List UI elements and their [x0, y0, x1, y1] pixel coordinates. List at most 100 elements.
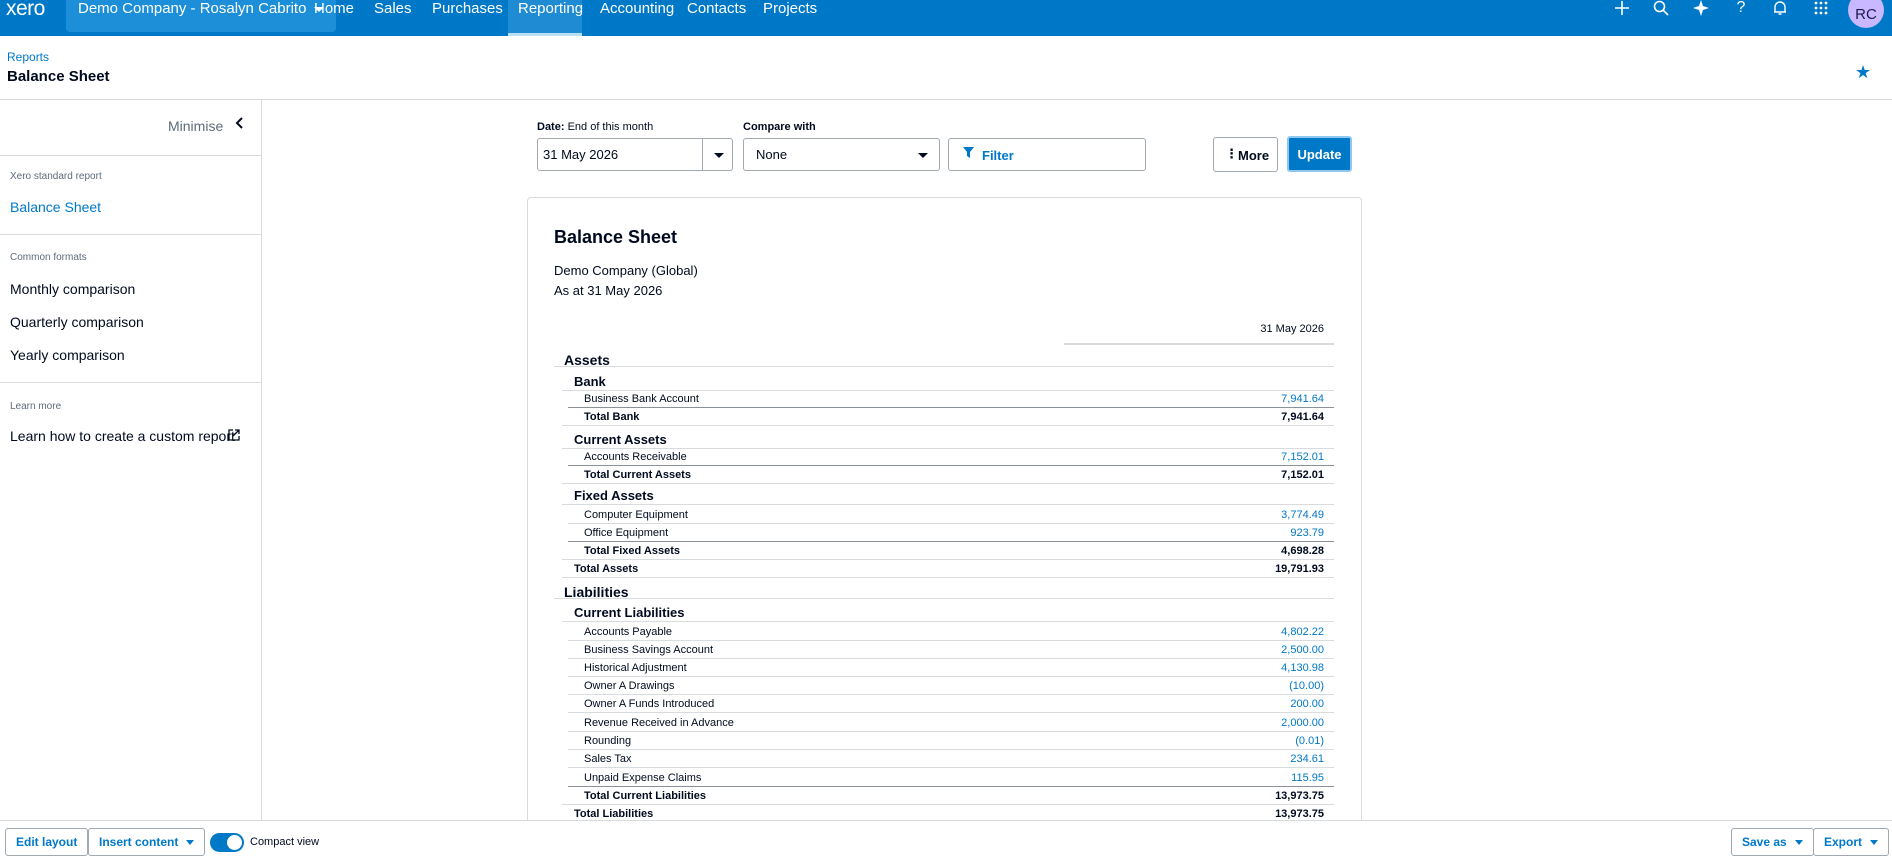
compact-view-label: Compact view — [250, 836, 320, 848]
row-amount[interactable]: 7,152.01 — [1281, 451, 1324, 463]
more-vertical-icon: ⋮ — [1225, 146, 1238, 161]
report-line-item: Accounts Payable 4,802.22 — [584, 626, 1324, 644]
report-total-row: Total Bank 7,941.64 — [584, 411, 1324, 429]
org-switcher[interactable]: Demo Company - Rosalyn Cabrito — [66, 0, 337, 32]
apps-grid-icon[interactable] — [1805, 0, 1837, 24]
xero-logo[interactable]: xero — [6, 0, 45, 20]
row-divider — [568, 658, 1334, 659]
sidebar-link-monthly-comparison[interactable]: Monthly comparison — [10, 281, 135, 297]
row-amount: 13,973.75 — [1275, 808, 1324, 820]
report-line-item: Computer Equipment 3,774.49 — [584, 509, 1324, 527]
row-amount[interactable]: 3,774.49 — [1281, 509, 1324, 521]
top-nav-bar: xero Demo Company - Rosalyn Cabrito Home… — [0, 0, 1892, 36]
nav-projects[interactable]: Projects — [763, 0, 817, 36]
edit-layout-button[interactable]: Edit layout — [5, 828, 89, 856]
save-as-label: Save as — [1742, 835, 1787, 849]
row-divider — [554, 598, 1334, 599]
row-label: Fixed Assets — [574, 488, 654, 503]
row-divider — [568, 767, 1334, 768]
help-icon[interactable]: ? — [1725, 0, 1757, 24]
learn-more-caption: Learn more — [10, 401, 62, 412]
more-label: More — [1238, 148, 1270, 163]
search-icon[interactable] — [1645, 0, 1677, 24]
row-divider — [568, 694, 1334, 695]
sidebar-link-quarterly-comparison[interactable]: Quarterly comparison — [10, 314, 144, 330]
standard-report-caption: Xero standard report — [10, 171, 102, 182]
chevron-left-icon[interactable] — [234, 116, 244, 135]
row-amount[interactable]: 200.00 — [1290, 698, 1324, 710]
row-divider — [568, 541, 1334, 542]
favourite-star-icon[interactable]: ★ — [1855, 62, 1871, 83]
row-divider — [562, 483, 1334, 484]
row-divider — [554, 366, 1334, 367]
header-rule — [1064, 343, 1334, 345]
insert-content-button[interactable]: Insert content — [88, 828, 206, 856]
compare-select[interactable]: None — [743, 138, 940, 171]
date-picker[interactable]: 31 May 2026 — [537, 138, 733, 171]
nav-reporting[interactable]: Reporting — [508, 0, 583, 36]
sidebar-link-yearly-comparison[interactable]: Yearly comparison — [10, 347, 125, 363]
row-divider — [562, 390, 1334, 391]
column-header-date: 31 May 2026 — [1260, 323, 1324, 335]
row-divider — [568, 640, 1334, 641]
divider — [0, 382, 262, 383]
report-line-item: Accounts Receivable 7,152.01 — [584, 451, 1324, 469]
report-total-row: Total Current Liabilities 13,973.75 — [584, 790, 1324, 808]
row-amount[interactable]: (10.00) — [1289, 680, 1324, 692]
user-avatar[interactable]: RC — [1848, 0, 1884, 28]
row-amount[interactable]: 7,941.64 — [1281, 393, 1324, 405]
row-amount[interactable]: 234.61 — [1290, 753, 1324, 765]
notifications-bell-icon[interactable] — [1764, 0, 1796, 24]
export-button[interactable]: Export — [1813, 828, 1890, 856]
report-as-at: As at 31 May 2026 — [554, 283, 663, 298]
nav-accounting[interactable]: Accounting — [600, 0, 674, 36]
row-amount: 13,973.75 — [1275, 790, 1324, 802]
row-label: Total Current Assets — [584, 469, 691, 481]
divider — [0, 155, 262, 156]
chevron-down-icon — [186, 839, 195, 845]
row-divider — [568, 407, 1334, 408]
report-sidebar: Minimise Xero standard report Balance Sh… — [0, 100, 262, 820]
report-line-item: Office Equipment 923.79 — [584, 527, 1324, 545]
update-button[interactable]: Update — [1287, 136, 1352, 172]
nav-sales[interactable]: Sales — [374, 0, 412, 36]
save-as-button[interactable]: Save as — [1731, 828, 1814, 856]
report-line-item: Historical Adjustment 4,130.98 — [584, 662, 1324, 680]
minimise-label[interactable]: Minimise — [168, 118, 223, 134]
add-icon[interactable] — [1606, 0, 1638, 24]
report-company: Demo Company (Global) — [554, 263, 698, 278]
row-amount[interactable]: 115.95 — [1291, 772, 1324, 784]
row-amount[interactable]: 2,500.00 — [1281, 644, 1324, 656]
row-amount: 7,152.01 — [1281, 469, 1324, 481]
row-amount[interactable]: (0.01) — [1295, 735, 1324, 747]
report-line-item: Rounding (0.01) — [584, 735, 1324, 753]
nav-home[interactable]: Home — [314, 0, 372, 36]
row-label: Current Assets — [574, 432, 667, 447]
row-amount[interactable]: 4,130.98 — [1281, 662, 1324, 674]
row-label: Revenue Received in Advance — [584, 717, 734, 729]
filter-button[interactable]: Filter — [948, 138, 1146, 171]
row-label: Current Liabilities — [574, 605, 685, 620]
chevron-down-icon[interactable] — [714, 153, 724, 158]
row-label: Computer Equipment — [584, 509, 688, 521]
report-section-heading: Liabilities — [564, 584, 1324, 602]
sidebar-link-custom-report[interactable]: Learn how to create a custom report — [10, 428, 235, 444]
nav-purchases[interactable]: Purchases — [432, 0, 503, 36]
row-label: Owner A Funds Introduced — [584, 698, 715, 710]
nav-contacts[interactable]: Contacts — [687, 0, 746, 36]
row-amount[interactable]: 2,000.00 — [1281, 717, 1324, 729]
report-section-heading: Assets — [564, 352, 1324, 370]
row-amount[interactable]: 4,802.22 — [1281, 626, 1324, 638]
report-line-item: Owner A Drawings (10.00) — [584, 680, 1324, 698]
more-button[interactable]: ⋮ More — [1213, 137, 1278, 172]
report-line-item: Business Savings Account 2,500.00 — [584, 644, 1324, 662]
row-label: Rounding — [584, 735, 632, 747]
breadcrumb[interactable]: Reports — [7, 50, 49, 64]
report-line-item: Unpaid Expense Claims 115.95 — [584, 772, 1324, 790]
assistant-sparkle-icon[interactable] — [1685, 0, 1717, 24]
sidebar-link-balance-sheet[interactable]: Balance Sheet — [10, 199, 101, 215]
row-amount[interactable]: 923.79 — [1290, 527, 1324, 539]
compact-view-toggle[interactable] — [210, 833, 244, 852]
date-value[interactable]: 31 May 2026 — [543, 147, 618, 162]
common-formats-caption: Common formats — [10, 252, 87, 263]
